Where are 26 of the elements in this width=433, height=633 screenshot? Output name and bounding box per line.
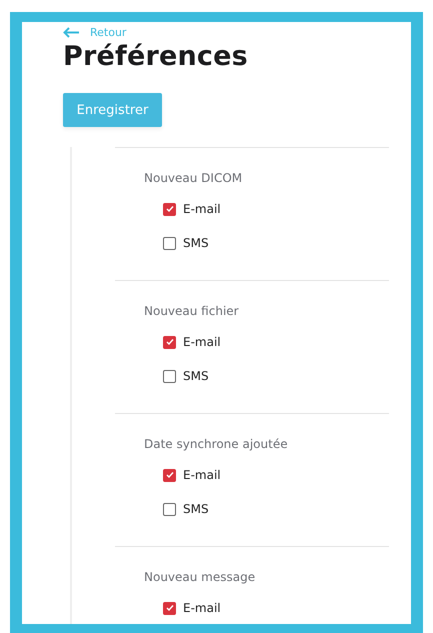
checkbox[interactable] [163,202,176,216]
checkbox[interactable] [163,236,176,250]
section-title: Nouveau fichier [144,304,240,318]
option-label: E-mail [183,202,221,216]
check-icon [164,603,174,613]
checkbox[interactable] [163,602,176,614]
check-icon [164,204,174,214]
checkbox[interactable] [163,468,176,482]
option-label: SMS [183,369,209,383]
option-label: E-mail [183,335,221,349]
back-arrow-icon [63,27,80,38]
check-icon [164,470,174,480]
section-title: Nouveau DICOM [144,171,244,185]
page-title: Préférences [63,41,249,72]
save-button[interactable]: Enregistrer [63,93,162,127]
option-label: SMS [183,502,209,516]
checkbox[interactable] [163,370,176,382]
section-title: Nouveau message [144,570,256,584]
checkbox[interactable] [163,336,176,348]
back-link[interactable]: Retour [63,26,411,39]
checkbox[interactable] [163,502,176,516]
check-icon [164,337,174,347]
option-label: E-mail [183,468,221,482]
option-label: E-mail [183,601,221,615]
section-title: Date synchrone ajoutée [144,437,289,451]
option-label: SMS [183,236,209,250]
